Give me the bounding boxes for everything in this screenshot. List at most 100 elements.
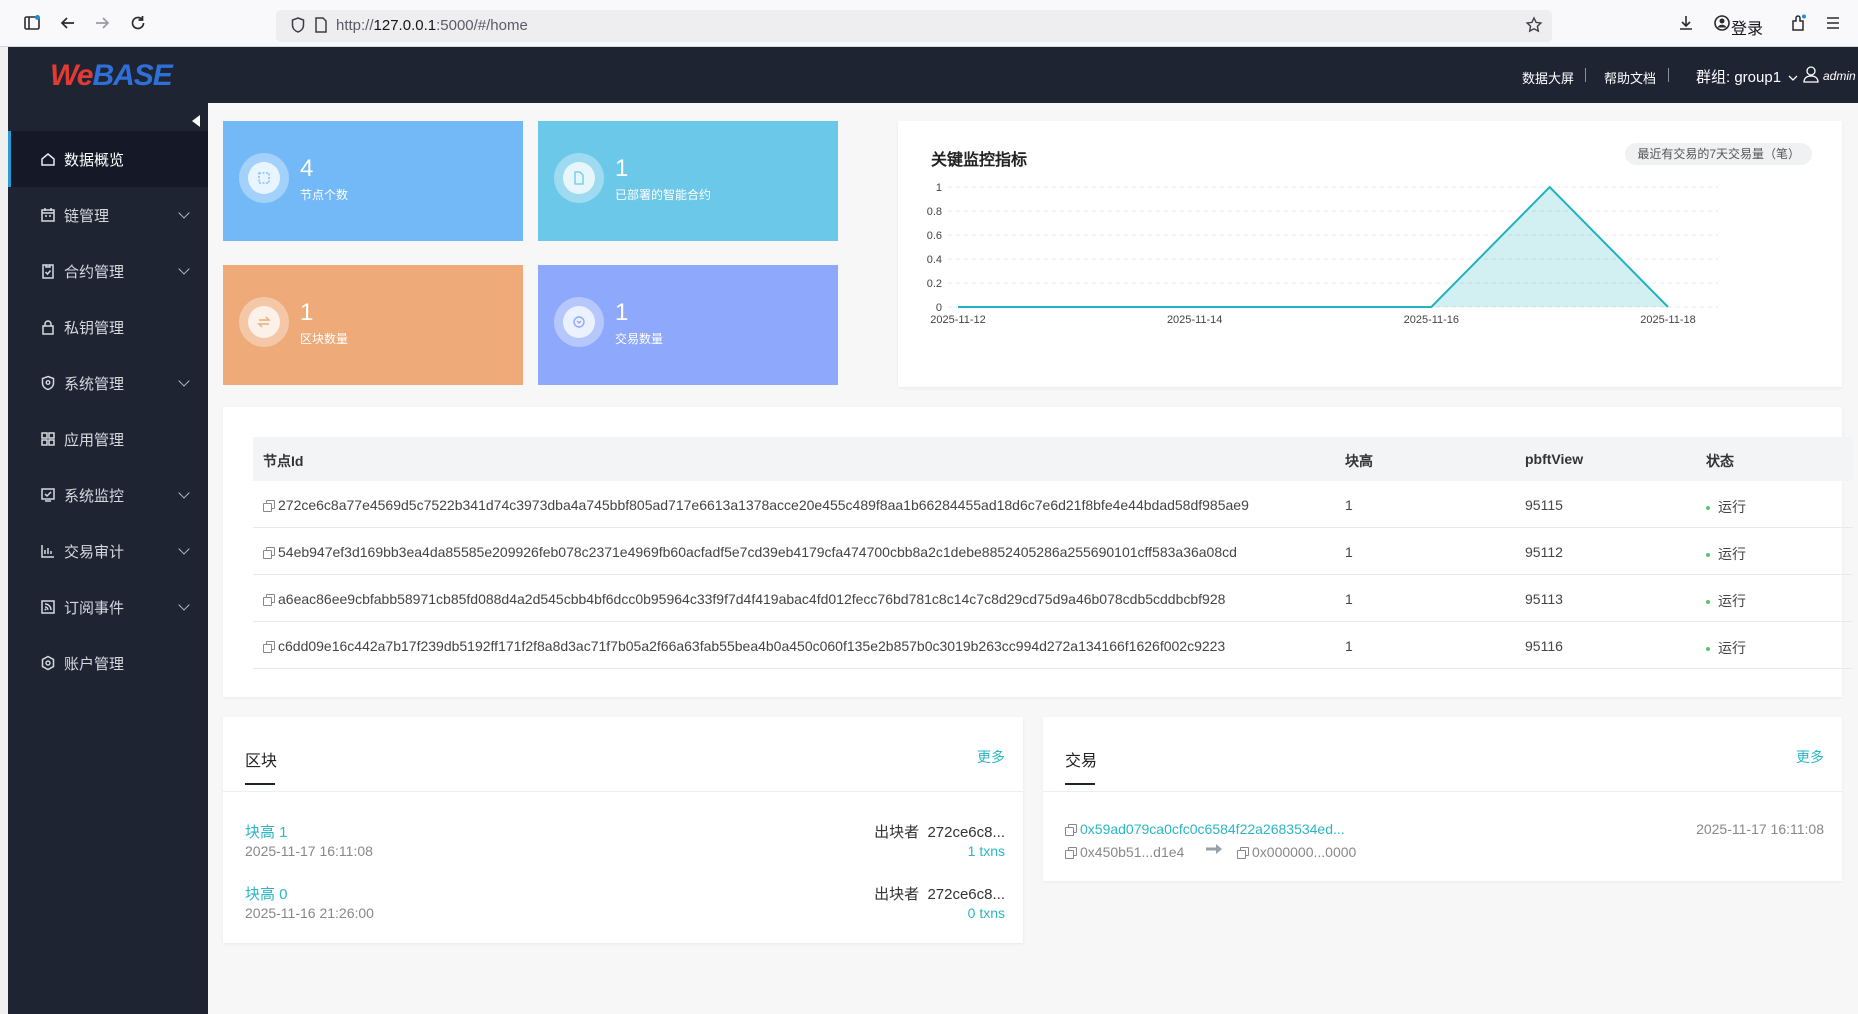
column-header-pbftview: pbftView bbox=[1525, 451, 1584, 467]
sidebar-item-label: 数据概览 bbox=[64, 151, 125, 169]
sidebar-item-monitor[interactable]: 系统监控 bbox=[8, 467, 208, 523]
divider bbox=[1043, 791, 1842, 792]
stat-card-nodes[interactable]: 4 节点个数 bbox=[223, 121, 523, 241]
sidebar-item-label: 交易审计 bbox=[64, 543, 125, 561]
login-button[interactable]: 登录 bbox=[1731, 15, 1763, 39]
block-time: 2025-11-16 21:26:00 bbox=[245, 905, 374, 921]
block-height-cell: 1 bbox=[1345, 638, 1353, 654]
data-screen-link[interactable]: 数据大屏 bbox=[1522, 68, 1574, 87]
stat-card-contracts[interactable]: 1 已部署的智能合约 bbox=[538, 121, 838, 241]
transaction-from[interactable]: 0x450b51...d1e4 bbox=[1065, 844, 1184, 860]
blocks-panel: 区块 更多 块高 1 2025-11-17 16:11:08 出块者 272ce… bbox=[223, 717, 1023, 943]
document-icon bbox=[563, 162, 595, 194]
column-header-height: 块高 bbox=[1345, 453, 1373, 469]
transaction-hash-link[interactable]: 0x59ad079ca0cfc0c6584f22a2683534ed... bbox=[1065, 821, 1345, 837]
status-cell: 运行 bbox=[1706, 497, 1746, 517]
stat-label: 交易数量 bbox=[615, 332, 664, 346]
copy-icon[interactable] bbox=[263, 546, 275, 559]
blocks-title: 区块 bbox=[245, 753, 278, 770]
block-height-link[interactable]: 块高 1 bbox=[245, 821, 288, 842]
table-header: 节点Id 块高 pbftView 状态 bbox=[253, 437, 1853, 481]
block-txns-link[interactable]: 0 txns bbox=[968, 905, 1005, 921]
sidebar-item-label: 系统管理 bbox=[64, 375, 125, 393]
node-id-cell[interactable]: 54eb947ef3d169bb3ea4da85585e209926feb078… bbox=[263, 544, 1237, 560]
url-text[interactable]: http://127.0.0.1:5000/#/home bbox=[336, 17, 528, 34]
download-icon[interactable] bbox=[1676, 14, 1696, 34]
y-tick-label: 0.6 bbox=[927, 230, 942, 242]
stat-value: 1 bbox=[300, 299, 314, 326]
sidebar-item-apps[interactable]: 应用管理 bbox=[8, 411, 208, 467]
block-height-cell: 1 bbox=[1345, 497, 1353, 513]
copy-icon[interactable] bbox=[263, 593, 275, 606]
account-circle-icon[interactable] bbox=[1712, 14, 1732, 34]
sidebar-item-overview[interactable]: 数据概览 bbox=[8, 131, 208, 187]
stat-value: 4 bbox=[300, 155, 314, 182]
status-dot bbox=[1706, 506, 1710, 511]
chevron-down-icon bbox=[1788, 75, 1798, 81]
status-cell: 运行 bbox=[1706, 544, 1746, 564]
sidebar-item-label: 链管理 bbox=[64, 207, 110, 225]
block-time: 2025-11-17 16:11:08 bbox=[245, 843, 373, 859]
block-height-link[interactable]: 块高 0 bbox=[245, 883, 288, 904]
stat-value: 1 bbox=[615, 155, 629, 182]
shield-icon bbox=[40, 375, 56, 391]
node-table-panel: 节点Id 块高 pbftView 状态 272ce6c8a77e4569d5c7… bbox=[223, 407, 1853, 697]
stat-card-transactions[interactable]: 1 交易数量 bbox=[538, 265, 838, 385]
extensions-icon[interactable] bbox=[1788, 14, 1808, 34]
collapse-sidebar-icon[interactable] bbox=[192, 115, 200, 127]
copy-icon[interactable] bbox=[263, 640, 275, 653]
sidebar-item-system[interactable]: 系统管理 bbox=[8, 355, 208, 411]
account-icon bbox=[40, 655, 56, 671]
menu-icon[interactable] bbox=[1823, 14, 1843, 34]
node-id-cell[interactable]: 272ce6c8a77e4569d5c7522b341d74c3973dba4a… bbox=[263, 497, 1249, 513]
node-id-cell[interactable]: a6eac86ee9cbfabb58971cb85fd088d4a2d545cb… bbox=[263, 591, 1225, 607]
sidebar-item-label: 订阅事件 bbox=[64, 599, 125, 617]
stat-label: 已部署的智能合约 bbox=[615, 188, 712, 202]
title-underline bbox=[245, 783, 275, 785]
contract-icon bbox=[40, 263, 56, 279]
status-dot bbox=[1706, 553, 1710, 558]
chevron-down-icon bbox=[178, 599, 190, 611]
user-icon[interactable] bbox=[1803, 65, 1819, 83]
help-docs-link[interactable]: 帮助文档 bbox=[1604, 68, 1656, 87]
page-icon[interactable] bbox=[314, 16, 328, 39]
sidebar-item-private-key[interactable]: 私钥管理 bbox=[8, 299, 208, 355]
copy-icon[interactable] bbox=[1237, 846, 1249, 859]
sidebar-item-chain[interactable]: 链管理 bbox=[8, 187, 208, 243]
chevron-down-icon bbox=[178, 375, 190, 387]
pbft-view-cell: 95113 bbox=[1525, 591, 1563, 607]
sidebar-item-contract[interactable]: 合约管理 bbox=[8, 243, 208, 299]
username[interactable]: admin bbox=[1823, 69, 1856, 83]
transaction-area-chart[interactable]: 1 0.8 0.6 0.4 0.2 02025-11-12 2025-11-14 2025-1… bbox=[898, 121, 1842, 387]
copy-icon[interactable] bbox=[1065, 823, 1077, 836]
transactions-title: 交易 bbox=[1065, 753, 1098, 770]
sidebar-item-account[interactable]: 账户管理 bbox=[8, 635, 208, 691]
blocks-more-link[interactable]: 更多 bbox=[977, 747, 1005, 767]
sidebar-item-events[interactable]: 订阅事件 bbox=[8, 579, 208, 635]
reload-icon[interactable] bbox=[128, 14, 148, 34]
group-selector[interactable]: 群组: group1 bbox=[1696, 66, 1798, 87]
stat-card-blocks[interactable]: 1 区块数量 bbox=[223, 265, 523, 385]
sidebar-item-audit[interactable]: 交易审计 bbox=[8, 523, 208, 579]
monitor-chart-panel: 关键监控指标 最近有交易的7天交易量（笔） 1 0.8 0.6 0.4 0.2 0 2025… bbox=[898, 121, 1842, 387]
webase-logo[interactable]: WeBASE bbox=[50, 59, 173, 93]
address-bar[interactable]: http://127.0.0.1:5000/#/home bbox=[276, 10, 1552, 42]
bookmark-star-icon[interactable] bbox=[1525, 16, 1543, 39]
app-header: WeBASE 数据大屏 帮助文档 群组: group1 admin bbox=[8, 47, 1858, 103]
block-txns-link[interactable]: 1 txns bbox=[968, 843, 1005, 859]
pbft-view-cell: 95116 bbox=[1525, 638, 1563, 654]
transaction-to[interactable]: 0x000000...0000 bbox=[1237, 844, 1356, 860]
node-id-cell[interactable]: c6dd09e16c442a7b17f239db5192ff171f2f8a8d… bbox=[263, 638, 1225, 654]
copy-icon[interactable] bbox=[263, 499, 275, 512]
transactions-more-link[interactable]: 更多 bbox=[1796, 747, 1824, 767]
arrow-right-icon bbox=[1205, 842, 1223, 860]
sidebar-toggle-icon[interactable] bbox=[22, 14, 42, 34]
forward-icon[interactable] bbox=[92, 14, 112, 34]
copy-icon[interactable] bbox=[1065, 846, 1077, 859]
bar-chart-icon bbox=[40, 543, 56, 559]
node-icon bbox=[248, 162, 280, 194]
x-tick-label: 2025-11-18 bbox=[1640, 314, 1695, 326]
apps-icon bbox=[40, 431, 56, 447]
shield-icon[interactable] bbox=[290, 16, 306, 39]
back-icon[interactable] bbox=[58, 14, 78, 34]
